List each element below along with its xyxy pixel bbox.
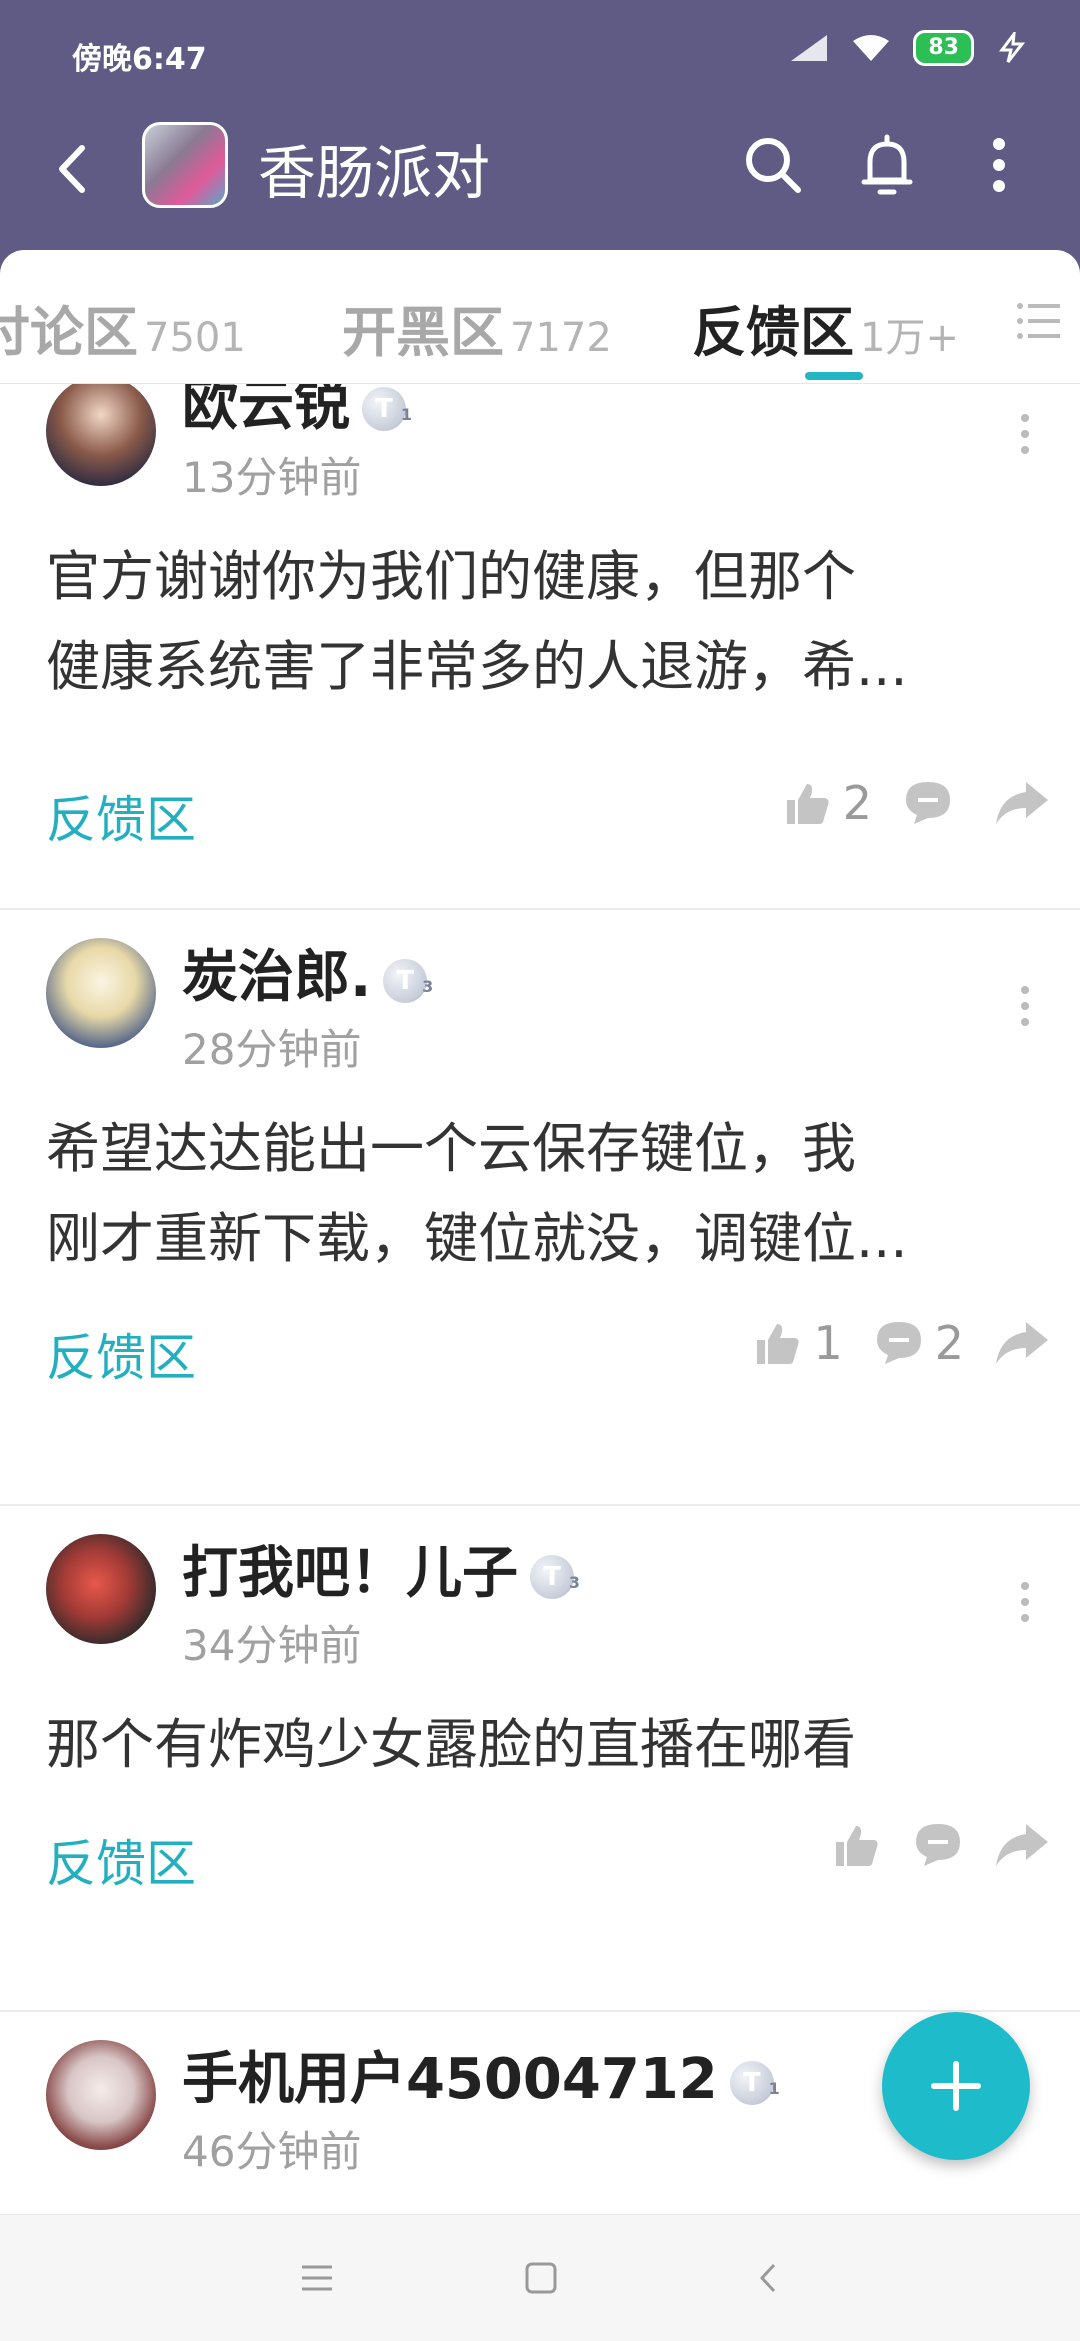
tab-count: 1万+ [860,315,959,361]
avatar[interactable] [46,938,156,1048]
post-time: 34分钟前 [182,1621,362,1670]
tab-label: 开黑区 [342,301,504,364]
user-name[interactable]: 炭治郎. T 3 [182,932,433,1013]
post-actions [802,1820,1050,1870]
post-time: 46分钟前 [182,2127,362,2176]
tab-team-up[interactable]: 开黑区 7172 [342,288,612,367]
charging-icon [999,32,1026,63]
bell-icon[interactable] [852,130,922,200]
tab-count: 7172 [510,315,612,361]
share-icon [996,782,1048,824]
active-tab-indicator [805,372,863,380]
battery-icon: 83 [913,30,974,66]
post-content[interactable]: 那个有炸鸡少女露脸的直播在哪看 [46,1700,1036,1790]
status-time: 傍晚6:47 [72,42,207,77]
post-actions: 2 [753,776,1050,830]
post-card[interactable]: 打我吧！儿子 T 3 34分钟前 那个有炸鸡少女露脸的直播在哪看 反馈区 [0,1506,1080,1992]
tab-feedback[interactable]: 反馈区 1万+ [692,288,959,367]
comment-icon [916,1824,960,1866]
post-card[interactable]: 炭治郎. T 3 28分钟前 希望达达能出一个云保存键位，我 刚才重新下载，键位就没… [0,910,1080,1387]
signal-icon [791,35,828,61]
comment-button[interactable] [912,1820,964,1870]
tab-count: 7501 [144,315,246,361]
share-button[interactable] [994,1318,1050,1368]
back-arrow-icon[interactable] [40,134,110,204]
menu-icon[interactable] [292,2253,342,2303]
wifi-icon [853,35,890,61]
back-icon[interactable] [744,2253,794,2303]
level-badge: T3 [383,958,433,1003]
avatar[interactable] [46,384,156,486]
post-time: 28分钟前 [182,1025,362,1074]
tab-label: 讨论区 [0,301,138,364]
home-icon[interactable] [516,2253,566,2303]
app-logo [142,122,228,208]
section-tabs: 讨论区 7501 开黑区 7172 反馈区 1万+ [0,250,1080,384]
system-nav-bar [0,2214,1080,2341]
thumbs-up-icon [757,1324,800,1364]
share-button[interactable] [994,778,1050,828]
status-icons: 83 [789,30,1028,66]
share-icon [996,1322,1048,1364]
post-content[interactable]: 官方谢谢你为我们的健康，但那个 健康系统害了非常多的人退游，希... [46,532,1036,712]
user-name[interactable]: 手机用户45004712 T 1 [182,2034,780,2115]
avatar[interactable] [46,1534,156,1644]
status-bar: 傍晚6:47 83 [0,0,1080,108]
tab-discussion[interactable]: 讨论区 7501 [0,288,246,367]
post-time: 13分钟前 [182,453,362,502]
level-badge: T1 [729,2060,780,2105]
level-badge: T1 [362,386,412,431]
post-actions: 1 2 [723,1316,1050,1370]
post-feed: 欧云锐 T 1 13分钟前 官方谢谢你为我们的健康，但那个 健康系统害了非常多的人退… [0,384,1080,2214]
more-options-icon[interactable] [1010,976,1040,1046]
avatar[interactable] [46,2040,156,2150]
comment-icon [906,782,950,824]
section-link[interactable]: 反馈区 [46,1824,196,1896]
list-menu-icon[interactable] [1012,294,1066,348]
page-title: 香肠派对 [258,139,491,207]
section-link[interactable]: 反馈区 [46,1318,196,1390]
post-content[interactable]: 希望达达能出一个云保存键位，我 刚才重新下载，键位就没，调键位... [46,1104,1036,1284]
user-name[interactable]: 打我吧！儿子 T 3 [182,1528,580,1609]
more-options-icon[interactable] [1010,1572,1040,1642]
share-button[interactable] [994,1820,1050,1870]
comment-button[interactable] [902,778,964,828]
post-card[interactable]: 欧云锐 T 1 13分钟前 官方谢谢你为我们的健康，但那个 健康系统害了非常多的人退… [0,384,1080,908]
level-badge: T3 [530,1554,580,1599]
search-icon[interactable] [738,130,808,200]
thumbs-up-icon [786,784,829,824]
app-toolbar: 香肠派对 [0,108,1080,248]
share-icon [996,1824,1048,1866]
like-button[interactable] [832,1820,882,1870]
comment-button[interactable]: 2 [873,1316,964,1370]
create-post-button[interactable] [882,2012,1030,2160]
tab-label: 反馈区 [692,301,854,364]
like-button[interactable]: 1 [753,1316,843,1370]
more-options-icon[interactable] [1010,404,1040,474]
user-name[interactable]: 欧云锐 T 1 [182,384,412,441]
comment-icon [876,1322,921,1364]
plus-icon [931,2061,981,2111]
section-link[interactable]: 反馈区 [46,780,196,852]
more-vert-icon[interactable] [964,130,1034,200]
like-button[interactable]: 2 [783,776,872,830]
thumbs-up-icon [836,1826,878,1866]
